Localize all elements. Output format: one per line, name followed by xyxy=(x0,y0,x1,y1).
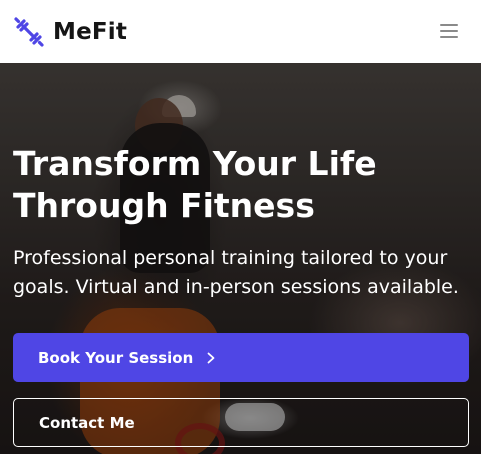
book-session-label: Book Your Session xyxy=(38,348,194,367)
contact-me-button[interactable]: Contact Me xyxy=(13,398,469,447)
site-header: MeFit xyxy=(0,0,481,63)
book-session-button[interactable]: Book Your Session xyxy=(13,333,469,382)
contact-me-label: Contact Me xyxy=(39,413,135,432)
hamburger-menu-icon[interactable] xyxy=(440,24,458,38)
hero-title-line2: Through Fitness xyxy=(13,186,315,225)
hero-section: Transform Your Life Through Fitness Profe… xyxy=(0,63,481,454)
hero-subtitle-line1: Professional personal training tailored … xyxy=(13,247,448,269)
hero-subtitle: Professional personal training tailored … xyxy=(13,244,473,302)
hero-subtitle-line2: goals. Virtual and in-person sessions av… xyxy=(13,276,459,298)
hero-title: Transform Your Life Through Fitness xyxy=(13,143,473,227)
hero-title-line1: Transform Your Life xyxy=(13,144,377,183)
dumbbell-icon[interactable] xyxy=(14,17,44,47)
chevron-right-icon xyxy=(207,352,215,363)
brand-name[interactable]: MeFit xyxy=(53,17,127,47)
